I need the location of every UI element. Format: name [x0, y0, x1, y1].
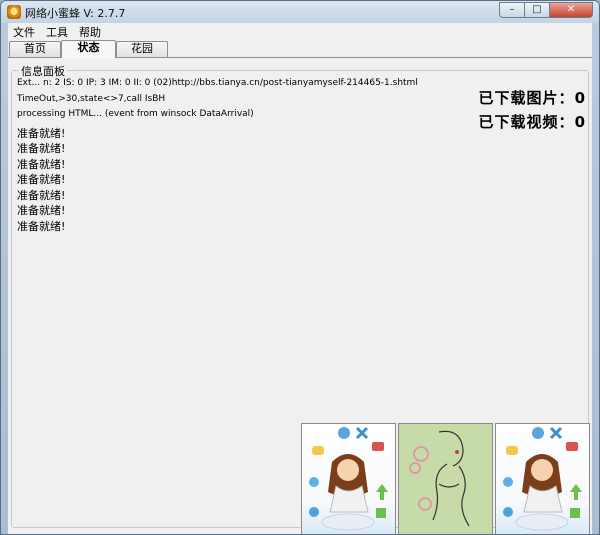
thumbnail-girl-icons-2[interactable] [495, 423, 590, 534]
log-line: 准备就绪! [17, 157, 66, 171]
downloaded-images-label: 已下载图片： [478, 89, 575, 107]
menu-file[interactable]: 文件 [8, 23, 41, 39]
downloaded-videos-counter: 已下载视频：0 [479, 111, 586, 132]
downloaded-videos-count: 0 [574, 113, 586, 131]
thumbnail-line-art-woman[interactable] [398, 423, 493, 534]
log-line: 准备就绪! [17, 126, 66, 140]
downloaded-videos-label: 已下载视频： [478, 113, 575, 131]
downloaded-images-counter: 已下载图片：0 [479, 87, 586, 108]
log-line: 准备就绪! [17, 173, 66, 186]
bee-app-icon [7, 5, 21, 19]
caption-buttons: – □ ✕ [499, 2, 593, 18]
log-line: 准备就绪! [17, 188, 66, 202]
woman-line-art [409, 430, 470, 527]
downloaded-images-count: 0 [574, 89, 586, 107]
tab-garden[interactable]: 花园 [116, 41, 168, 57]
maximize-button[interactable]: □ [525, 2, 550, 18]
menu-bar: 文件 工具 帮助 [8, 23, 592, 39]
menu-tools[interactable]: 工具 [41, 23, 74, 39]
menu-help[interactable]: 帮助 [74, 23, 107, 39]
thumbnail-girl-icons-1[interactable] [301, 423, 396, 534]
status-tab-panel: 信息面板 Ext... n: 2 IS: 0 IP: 3 IM: 0 II: 0… [8, 57, 592, 534]
title-bar[interactable]: 网络小蜜蜂 V: 2.7.7 – □ ✕ [1, 1, 599, 23]
log-line: 准备就绪! [17, 142, 66, 155]
close-button[interactable]: ✕ [550, 2, 593, 18]
log-area: Ext... n: 2 IS: 0 IP: 3 IM: 0 II: 0 (02)… [17, 78, 437, 233]
tab-status[interactable]: 状态 [61, 40, 116, 58]
info-panel-title: 信息面板 [19, 63, 67, 79]
girl-illustration [503, 426, 582, 531]
log-line: TimeOut,>30,state<>7,call IsBH [17, 93, 166, 104]
girl-illustration [309, 426, 388, 531]
app-window: 网络小蜜蜂 V: 2.7.7 – □ ✕ 文件 工具 帮助 首页 状态 花园 信… [0, 0, 600, 535]
log-line: Ext... n: 2 IS: 0 IP: 3 IM: 0 II: 0 (02)… [17, 78, 418, 88]
tab-home[interactable]: 首页 [9, 41, 61, 57]
minimize-button[interactable]: – [499, 2, 525, 18]
client-area: 文件 工具 帮助 首页 状态 花园 信息面板 Ext... n: 2 IS: 0… [8, 23, 592, 534]
log-line: processing HTML... (event from winsock D… [17, 109, 254, 119]
log-line: 准备就绪! [17, 219, 66, 233]
log-line: 准备就绪! [17, 204, 66, 217]
window-title: 网络小蜜蜂 V: 2.7.7 [25, 7, 126, 20]
tab-strip: 首页 状态 花园 [8, 40, 592, 58]
